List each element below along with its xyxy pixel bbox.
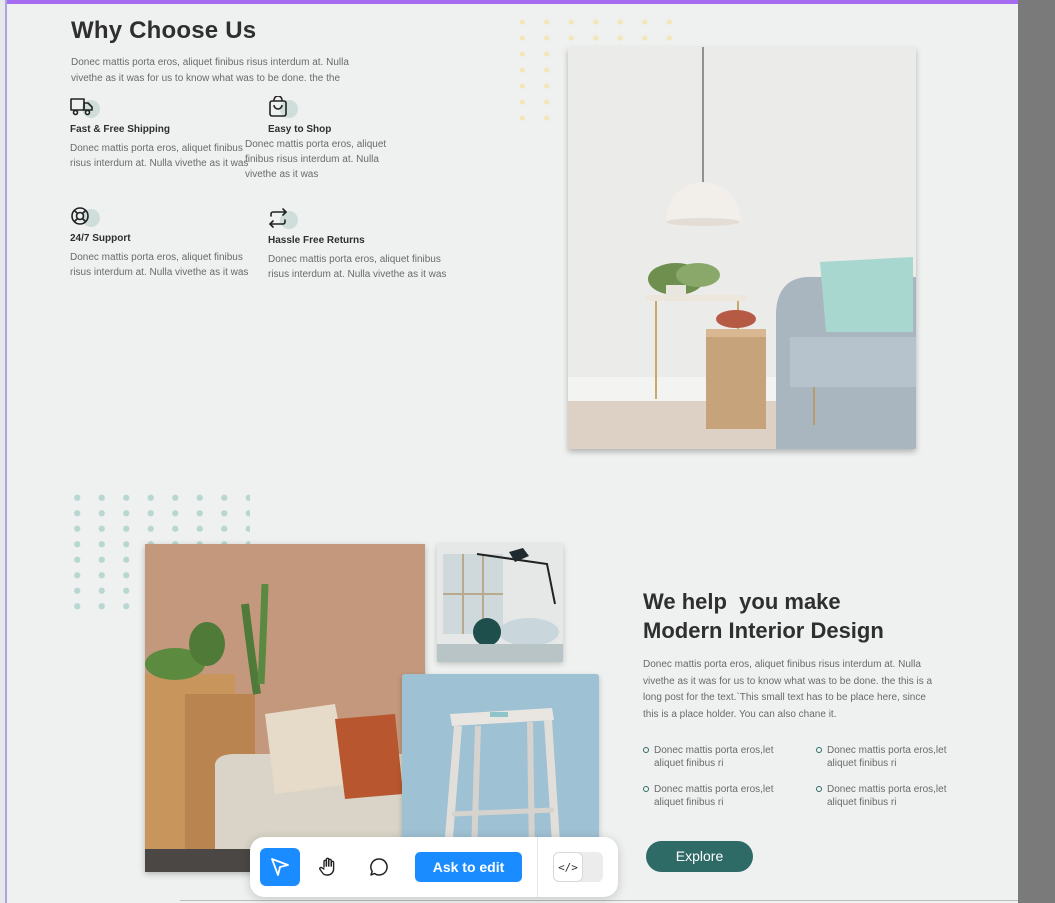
- feature-title: 24/7 Support: [70, 233, 131, 244]
- code-view-button[interactable]: </>: [553, 852, 583, 882]
- selection-border-left: [5, 0, 7, 903]
- selection-border-top: [5, 0, 1018, 4]
- feature-desc: Donec mattis porta eros, aliquet finibus…: [268, 254, 447, 280]
- cursor-arrow-icon: [271, 858, 289, 876]
- feature-returns: Hassle Free Returns Donec mattis porta e…: [268, 207, 448, 282]
- feature-title: Easy to Shop: [268, 124, 332, 135]
- interior-photo-lounge: [437, 544, 563, 662]
- select-tool-button[interactable]: [260, 848, 300, 886]
- list-item: Donec mattis porta eros,let aliquet fini…: [643, 783, 793, 809]
- feature-shipping: Fast & Free Shipping Donec mattis porta …: [70, 96, 250, 171]
- hand-tool-button[interactable]: [309, 848, 349, 886]
- list-item: Donec mattis porta eros,let aliquet fini…: [816, 783, 966, 809]
- help-description: Donec mattis porta eros, aliquet finibus…: [643, 659, 933, 720]
- feature-desc: Donec mattis porta eros, aliquet finibus…: [70, 143, 249, 169]
- bullet-icon: [643, 786, 649, 792]
- code-toggle[interactable]: </>: [553, 852, 603, 882]
- lifebuoy-icon: [70, 205, 104, 231]
- feature-desc: Donec mattis porta eros, aliquet finibus…: [70, 252, 249, 278]
- list-item: Donec mattis porta eros,let aliquet fini…: [816, 744, 966, 770]
- section-title-modern-interior: We help you make Modern Interior Design: [643, 589, 884, 643]
- bullet-icon: [816, 786, 822, 792]
- why-intro-text: Donec mattis porta eros, aliquet finibus…: [71, 57, 349, 84]
- feature-title: Fast & Free Shipping: [70, 124, 171, 135]
- shopping-bag-icon: [268, 96, 302, 122]
- ask-to-edit-button[interactable]: Ask to edit: [415, 852, 522, 882]
- editor-toolbar: Ask to edit </>: [250, 837, 618, 897]
- comment-tool-button[interactable]: [359, 848, 399, 886]
- feature-easy-shop: Easy to Shop Donec mattis porta eros, al…: [245, 96, 405, 182]
- feature-desc: Donec mattis porta eros, aliquet finibus…: [245, 139, 387, 180]
- bullet-icon: [643, 747, 649, 753]
- explore-button[interactable]: Explore: [646, 841, 753, 872]
- list-item: Donec mattis porta eros,let aliquet fini…: [643, 744, 793, 770]
- comment-bubble-icon: [370, 858, 388, 876]
- interior-photo-lamp-sofa: [568, 47, 916, 449]
- interior-photo-sofa-plants: [145, 544, 425, 872]
- hand-icon: [319, 857, 335, 876]
- repeat-icon: [268, 207, 302, 233]
- design-canvas: Why Choose Us Donec mattis porta eros, a…: [5, 0, 1018, 903]
- bullet-icon: [816, 747, 822, 753]
- canvas-bottom-edge: [180, 900, 1018, 901]
- section-title-why-choose-us: Why Choose Us: [71, 17, 257, 44]
- truck-icon: [70, 96, 104, 122]
- toolbar-divider: [537, 837, 538, 897]
- feature-support: 24/7 Support Donec mattis porta eros, al…: [70, 205, 250, 280]
- feature-title: Hassle Free Returns: [268, 235, 365, 246]
